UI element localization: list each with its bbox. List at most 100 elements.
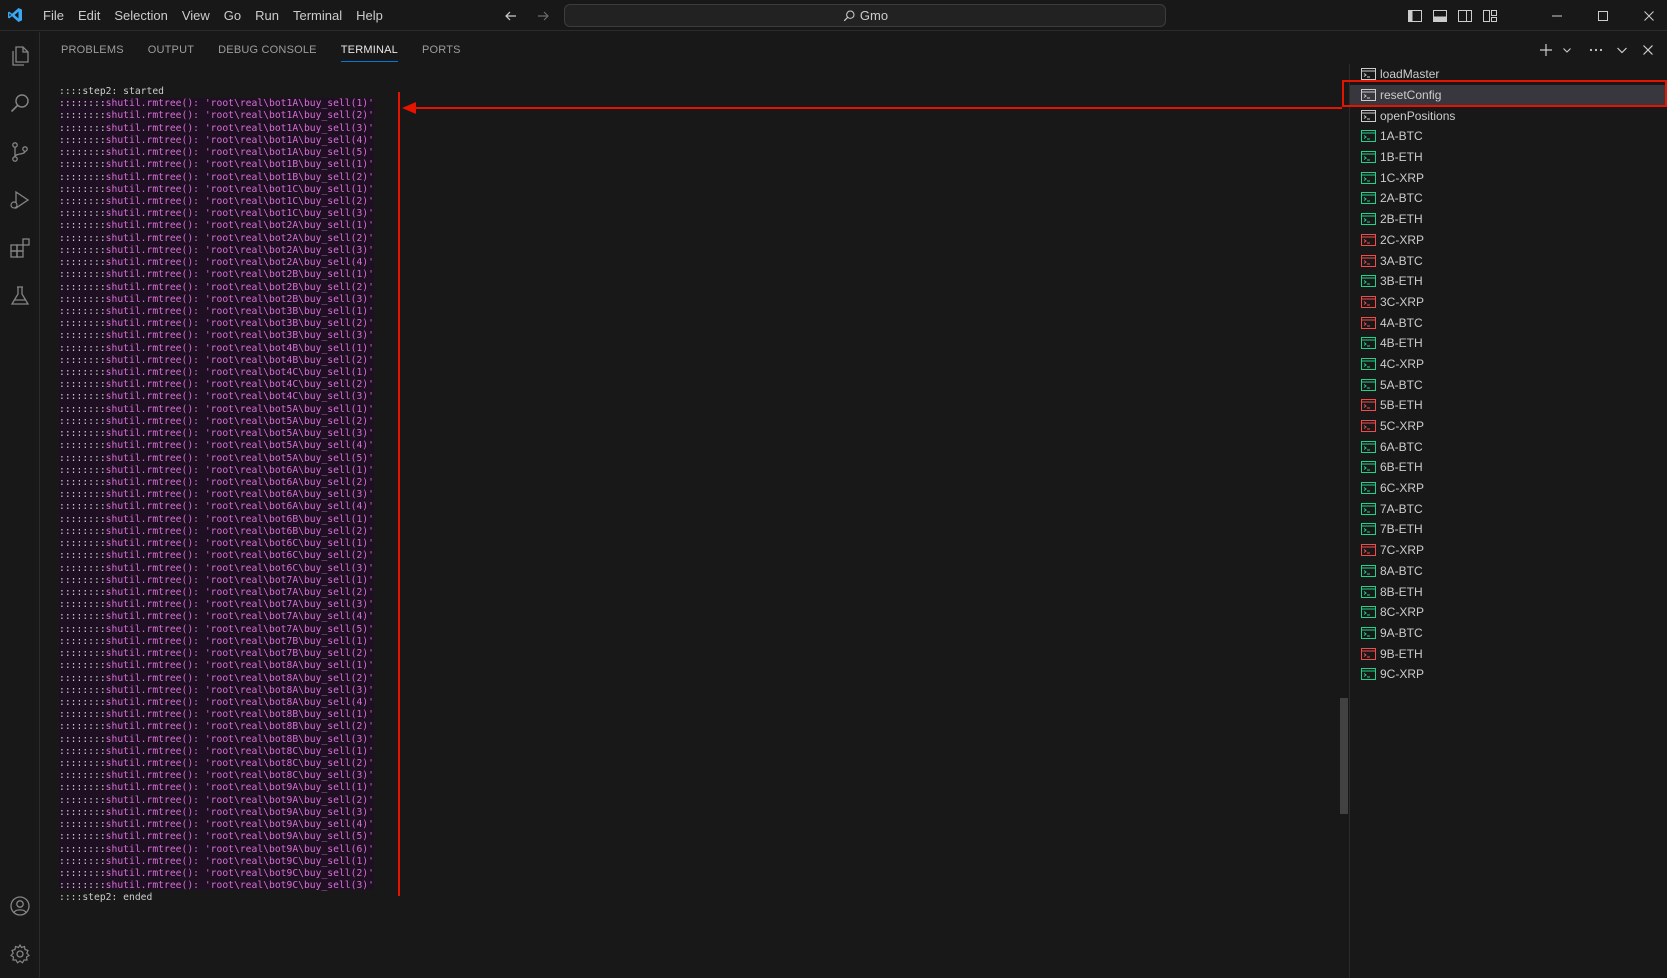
terminal-line-prefix: :::::::: [59, 831, 106, 843]
menu-file[interactable]: File [36, 0, 71, 31]
terminal-line-prefix: :::::::: [59, 696, 106, 708]
panel-tab-problems[interactable]: PROBLEMS [49, 32, 136, 68]
terminal-line-path: 'root\real\bot9A\buy_sell(6)' [204, 843, 374, 855]
terminal-tab-6a-btc[interactable]: 6A-BTC [1350, 436, 1667, 457]
terminal-tab-4c-xrp[interactable]: 4C-XRP [1350, 354, 1667, 375]
command-center-search[interactable]: Gmo [564, 4, 1166, 27]
panel-tab-ports[interactable]: PORTS [410, 32, 473, 68]
terminal-line-prefix: :::::::: [59, 305, 106, 317]
terminal-line-path: 'root\real\bot1B\buy_sell(2)' [204, 171, 374, 183]
panel-tab-debug-console[interactable]: DEBUG CONSOLE [206, 32, 329, 68]
terminal-tab-9b-eth[interactable]: 9B-ETH [1350, 643, 1667, 664]
panel-tab-output[interactable]: OUTPUT [136, 32, 206, 68]
terminal-tab-2a-btc[interactable]: 2A-BTC [1350, 188, 1667, 209]
extensions-icon[interactable] [0, 224, 40, 272]
terminal-line-path: 'root\real\bot8A\buy_sell(1)' [204, 660, 374, 672]
minimize-icon[interactable] [1534, 0, 1580, 31]
panel-tab-terminal[interactable]: TERMINAL [329, 32, 410, 68]
terminal-tab-7a-btc[interactable]: 7A-BTC [1350, 498, 1667, 519]
menu-terminal[interactable]: Terminal [286, 0, 349, 31]
new-terminal-icon[interactable] [1535, 39, 1557, 61]
terminal-line-path: 'root\real\bot7A\buy_sell(3)' [204, 599, 374, 611]
terminal-tab-7b-eth[interactable]: 7B-ETH [1350, 519, 1667, 540]
terminal-tab-9c-xrp[interactable]: 9C-XRP [1350, 664, 1667, 685]
terminal-tab-label: 6C-XRP [1380, 481, 1425, 496]
terminal-tab-label: 2C-XRP [1380, 232, 1425, 247]
customize-layout-icon[interactable] [1481, 7, 1499, 25]
terminal-tab-8a-btc[interactable]: 8A-BTC [1350, 561, 1667, 582]
command-center-text: Gmo [859, 8, 889, 23]
terminal-line-prefix: :::::::: [59, 98, 106, 110]
menu-view[interactable]: View [175, 0, 217, 31]
terminal-line-path: 'root\real\bot5A\buy_sell(5)' [204, 452, 374, 464]
terminal-line-path: 'root\real\bot8C\buy_sell(3)' [204, 770, 374, 782]
manage-gear-icon[interactable] [0, 930, 40, 978]
terminal-icon [1360, 233, 1376, 247]
terminal-line-prefix: :::::::: [59, 489, 106, 501]
terminal-tab-5a-btc[interactable]: 5A-BTC [1350, 374, 1667, 395]
terminal-tab-label: 4B-ETH [1380, 336, 1423, 351]
terminal-output[interactable]: ::::step2: started::::::::shutil.rmtree(… [59, 86, 1339, 966]
terminal-line-call: shutil.rmtree(): [105, 538, 205, 550]
terminal-line: ::::::::shutil.rmtree(): 'root\real\bot7… [59, 575, 1339, 587]
terminal-tab-2c-xrp[interactable]: 2C-XRP [1350, 230, 1667, 251]
maximize-icon[interactable] [1580, 0, 1626, 31]
terminal-icon [1360, 171, 1376, 185]
terminal-tab-3c-xrp[interactable]: 3C-XRP [1350, 292, 1667, 313]
terminal-line-path: 'root\real\bot5A\buy_sell(1)' [204, 403, 374, 415]
terminal-tab-3a-btc[interactable]: 3A-BTC [1350, 250, 1667, 271]
run-and-debug-icon[interactable] [0, 176, 40, 224]
menu-run[interactable]: Run [248, 0, 286, 31]
close-window-icon[interactable] [1626, 0, 1667, 31]
close-panel-icon[interactable] [1637, 39, 1659, 61]
terminal-icon [1360, 191, 1376, 205]
explorer-icon[interactable] [0, 32, 40, 80]
terminal-line-prefix: :::::::: [59, 122, 106, 134]
menu-go[interactable]: Go [217, 0, 248, 31]
go-back-icon[interactable] [500, 5, 522, 27]
terminal-tab-6b-eth[interactable]: 6B-ETH [1350, 457, 1667, 478]
terminal-scrollbar[interactable] [1340, 698, 1348, 814]
terminal-line-call: shutil.rmtree(): [105, 354, 205, 366]
terminal-icon [1360, 605, 1376, 619]
terminal-tab-1c-xrp[interactable]: 1C-XRP [1350, 167, 1667, 188]
terminal-tab-5b-eth[interactable]: 5B-ETH [1350, 395, 1667, 416]
terminal-line-call: shutil.rmtree(): [105, 232, 205, 244]
menu-edit[interactable]: Edit [71, 0, 107, 31]
terminal-tab-6c-xrp[interactable]: 6C-XRP [1350, 478, 1667, 499]
terminal-tab-8b-eth[interactable]: 8B-ETH [1350, 581, 1667, 602]
terminal-line-path: 'root\real\bot9A\buy_sell(4)' [204, 819, 374, 831]
terminal-tab-1a-btc[interactable]: 1A-BTC [1350, 126, 1667, 147]
terminal-tab-3b-eth[interactable]: 3B-ETH [1350, 271, 1667, 292]
terminal-line-call: shutil.rmtree(): [105, 501, 205, 513]
toggle-primary-sidebar-icon[interactable] [1406, 7, 1424, 25]
terminal-tab-2b-eth[interactable]: 2B-ETH [1350, 209, 1667, 230]
terminal-tab-4b-eth[interactable]: 4B-ETH [1350, 333, 1667, 354]
terminal-line-call: shutil.rmtree(): [105, 831, 205, 843]
terminal-line-path: 'root\real\bot8C\buy_sell(2)' [204, 758, 374, 770]
terminal-line: ::::::::shutil.rmtree(): 'root\real\bot5… [59, 404, 1339, 416]
terminal-tab-openpositions[interactable]: openPositions [1350, 105, 1667, 126]
terminal-tab-7c-xrp[interactable]: 7C-XRP [1350, 540, 1667, 561]
source-control-icon[interactable] [0, 128, 40, 176]
accounts-icon[interactable] [0, 882, 40, 930]
menu-selection[interactable]: Selection [107, 0, 174, 31]
terminal-tab-label: 1A-BTC [1380, 129, 1423, 144]
terminal-tab-9a-btc[interactable]: 9A-BTC [1350, 623, 1667, 644]
terminal-tab-5c-xrp[interactable]: 5C-XRP [1350, 416, 1667, 437]
testing-icon[interactable] [0, 272, 40, 320]
toggle-panel-icon[interactable] [1431, 7, 1449, 25]
terminal-tab-8c-xrp[interactable]: 8C-XRP [1350, 602, 1667, 623]
toggle-secondary-sidebar-icon[interactable] [1456, 7, 1474, 25]
search-view-icon[interactable] [0, 80, 40, 128]
terminal-line-prefix: :::::::: [59, 794, 106, 806]
maximize-panel-chevron-icon[interactable] [1611, 39, 1633, 61]
menu-help[interactable]: Help [349, 0, 390, 31]
terminal-line: ::::::::shutil.rmtree(): 'root\real\bot4… [59, 379, 1339, 391]
terminal-tab-1b-eth[interactable]: 1B-ETH [1350, 147, 1667, 168]
go-forward-icon[interactable] [532, 5, 554, 27]
launch-profile-chevron-icon[interactable] [1561, 39, 1573, 61]
terminal-tab-4a-btc[interactable]: 4A-BTC [1350, 312, 1667, 333]
terminal-line-prefix: :::::::: [59, 513, 106, 525]
more-actions-icon[interactable] [1585, 39, 1607, 61]
